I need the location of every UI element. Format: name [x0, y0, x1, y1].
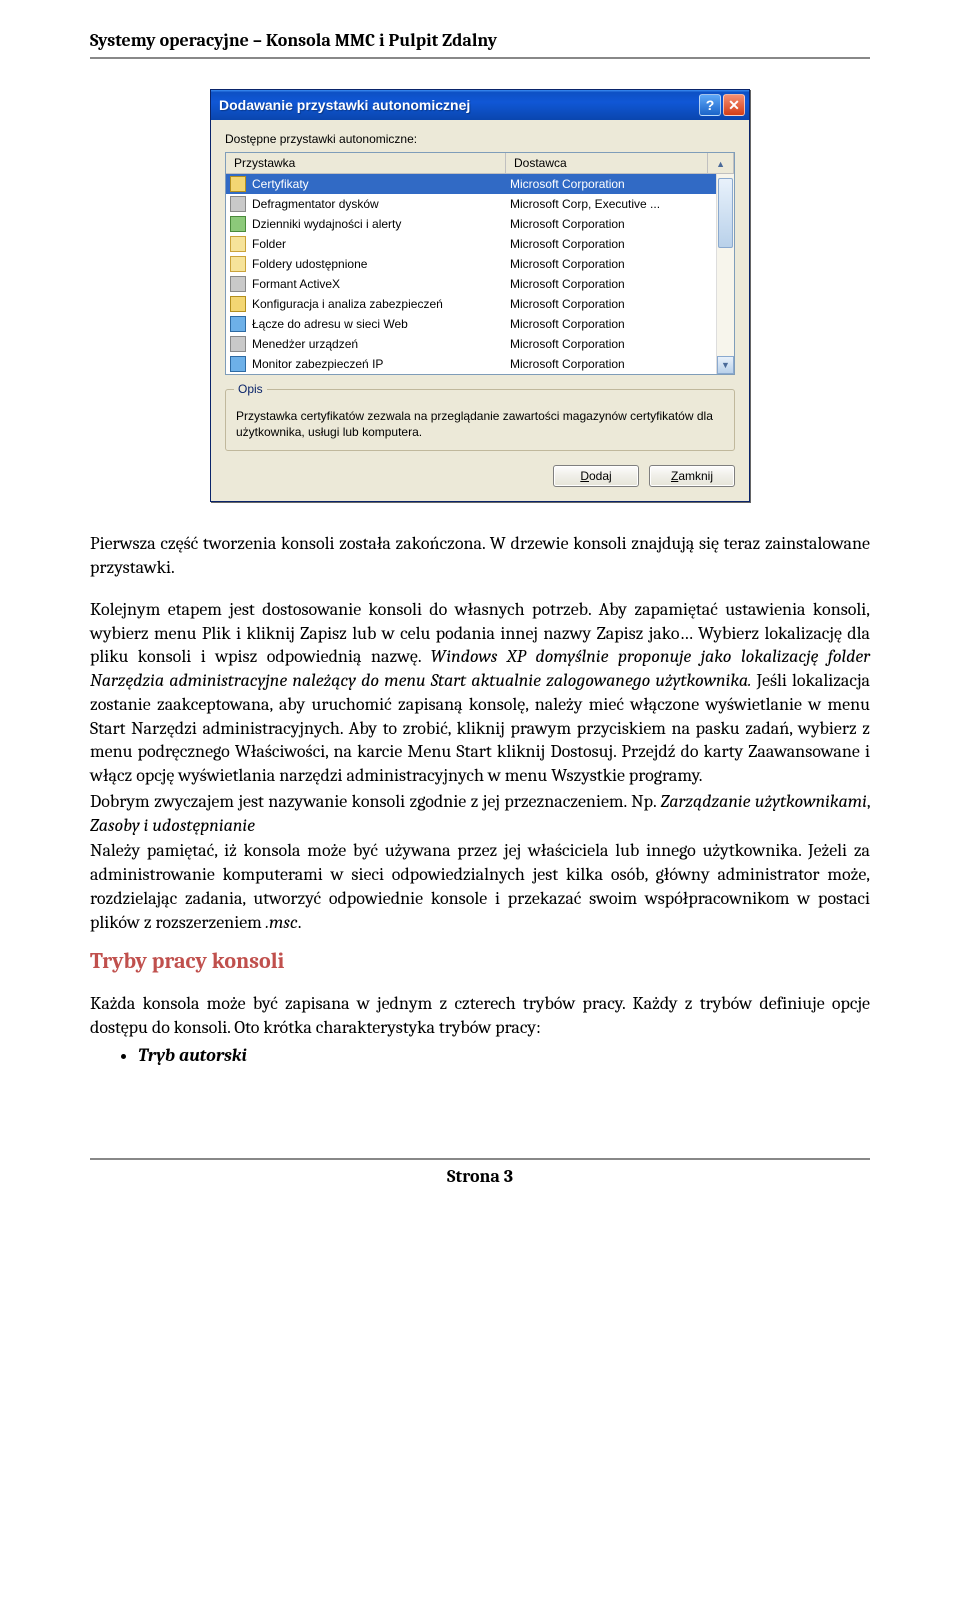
list-header: Przystawka Dostawca ▲: [226, 153, 734, 174]
snapin-icon: [230, 216, 246, 232]
snapin-vendor: Microsoft Corporation: [510, 257, 712, 271]
dialog-title: Dodawanie przystawki autonomicznej: [219, 97, 699, 113]
snapin-list[interactable]: Przystawka Dostawca ▲ CertyfikatyMicroso…: [225, 152, 735, 375]
list-item[interactable]: Defragmentator dyskówMicrosoft Corp, Exe…: [226, 194, 716, 214]
snapin-icon: [230, 236, 246, 252]
col-vendor[interactable]: Dostawca: [506, 153, 708, 173]
scrollbar[interactable]: ▼: [716, 174, 734, 374]
snapin-vendor: Microsoft Corporation: [510, 337, 712, 351]
section-heading: Tryby pracy konsoli: [90, 948, 870, 974]
snapin-icon: [230, 196, 246, 212]
snapin-vendor: Microsoft Corp, Executive ...: [510, 197, 712, 211]
description-group: Opis Przystawka certyfikatów zezwala na …: [225, 389, 735, 451]
snapin-icon: [230, 336, 246, 352]
paragraph-2: Kolejnym etapem jest dostosowanie konsol…: [90, 598, 870, 788]
list-item[interactable]: Foldery udostępnioneMicrosoft Corporatio…: [226, 254, 716, 274]
scroll-down-button[interactable]: ▼: [717, 356, 734, 374]
available-label: Dostępne przystawki autonomiczne:: [225, 132, 735, 146]
titlebar: Dodawanie przystawki autonomicznej ? ✕: [211, 90, 749, 120]
snapin-vendor: Microsoft Corporation: [510, 177, 712, 191]
list-item[interactable]: Konfiguracja i analiza zabezpieczeńMicro…: [226, 294, 716, 314]
paragraph-1: Pierwsza część tworzenia konsoli została…: [90, 532, 870, 580]
paragraph-4: Należy pamiętać, iż konsola może być uży…: [90, 839, 870, 934]
list-item[interactable]: Formant ActiveXMicrosoft Corporation: [226, 274, 716, 294]
list-item[interactable]: Menedżer urządzeńMicrosoft Corporation: [226, 334, 716, 354]
snapin-name: Menedżer urządzeń: [252, 337, 510, 351]
page-header: Systemy operacyjne – Konsola MMC i Pulpi…: [90, 30, 870, 59]
snapin-name: Konfiguracja i analiza zabezpieczeń: [252, 297, 510, 311]
list-item[interactable]: Monitor zabezpieczeń IPMicrosoft Corpora…: [226, 354, 716, 374]
close-dialog-button[interactable]: Zamknij: [649, 465, 735, 487]
snapin-vendor: Microsoft Corporation: [510, 277, 712, 291]
help-button[interactable]: ?: [699, 94, 721, 116]
dialog-screenshot: Dodawanie przystawki autonomicznej ? ✕ D…: [90, 89, 870, 502]
snapin-name: Certyfikaty: [252, 177, 510, 191]
list-item[interactable]: FolderMicrosoft Corporation: [226, 234, 716, 254]
snapin-vendor: Microsoft Corporation: [510, 237, 712, 251]
close-button[interactable]: ✕: [723, 94, 745, 116]
snapin-vendor: Microsoft Corporation: [510, 357, 712, 371]
snapin-name: Defragmentator dysków: [252, 197, 510, 211]
snapin-name: Folder: [252, 237, 510, 251]
page-footer: Strona 3: [90, 1158, 870, 1187]
xp-dialog: Dodawanie przystawki autonomicznej ? ✕ D…: [210, 89, 750, 502]
paragraph-3: Dobrym zwyczajem jest nazywanie konsoli …: [90, 790, 870, 838]
snapin-icon: [230, 296, 246, 312]
list-item[interactable]: Dzienniki wydajności i alertyMicrosoft C…: [226, 214, 716, 234]
paragraph-5: Każda konsola może być zapisana w jednym…: [90, 992, 870, 1040]
snapin-icon: [230, 176, 246, 192]
snapin-icon: [230, 356, 246, 372]
snapin-vendor: Microsoft Corporation: [510, 297, 712, 311]
description-text: Przystawka certyfikatów zezwala na przeg…: [236, 408, 724, 440]
scrollbar-thumb[interactable]: [718, 178, 733, 248]
list-item: Tryb autorski: [138, 1044, 870, 1068]
snapin-vendor: Microsoft Corporation: [510, 217, 712, 231]
snapin-name: Łącze do adresu w sieci Web: [252, 317, 510, 331]
snapin-vendor: Microsoft Corporation: [510, 317, 712, 331]
list-item[interactable]: Łącze do adresu w sieci WebMicrosoft Cor…: [226, 314, 716, 334]
snapin-name: Monitor zabezpieczeń IP: [252, 357, 510, 371]
description-group-title: Opis: [234, 382, 267, 396]
snapin-name: Dzienniki wydajności i alerty: [252, 217, 510, 231]
snapin-name: Foldery udostępnione: [252, 257, 510, 271]
list-item[interactable]: CertyfikatyMicrosoft Corporation: [226, 174, 716, 194]
col-scroll-spacer: ▲: [708, 153, 734, 173]
snapin-name: Formant ActiveX: [252, 277, 510, 291]
snapin-icon: [230, 316, 246, 332]
snapin-icon: [230, 256, 246, 272]
bullet-list: Tryb autorski: [90, 1044, 870, 1068]
col-snapin[interactable]: Przystawka: [226, 153, 506, 173]
add-button[interactable]: Dodaj: [553, 465, 639, 487]
snapin-icon: [230, 276, 246, 292]
